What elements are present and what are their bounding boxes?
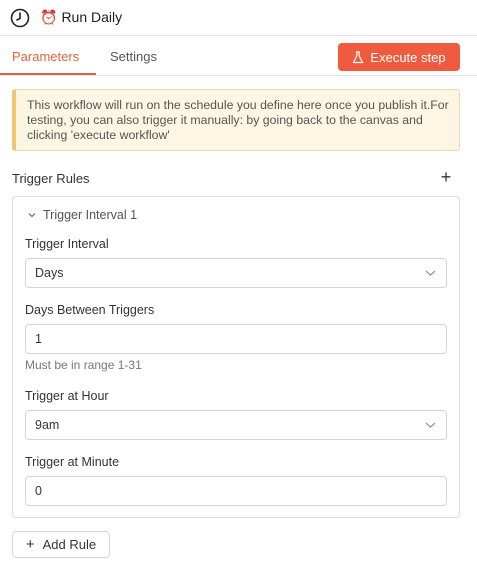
node-title-text: Run Daily	[61, 9, 123, 25]
chevron-down-icon	[28, 213, 36, 218]
days-between-hint: Must be in range 1-31	[25, 358, 142, 372]
trigger-minute-input[interactable]: 0	[25, 476, 447, 506]
trigger-minute-value: 0	[35, 484, 42, 498]
plus-icon: +	[25, 535, 35, 553]
trigger-interval-value: Days	[35, 266, 64, 280]
execute-step-button[interactable]: Execute step	[338, 43, 460, 71]
trigger-interval-card: Trigger Interval 1 Trigger Interval Days…	[12, 196, 460, 518]
active-tab-indicator	[0, 73, 96, 75]
trigger-interval-toggle[interactable]: Trigger Interval 1	[27, 208, 137, 222]
trigger-interval-select[interactable]: Days	[25, 258, 447, 288]
schedule-notice: This workflow will run on the schedule y…	[12, 89, 460, 151]
trigger-interval-label: Trigger Interval	[25, 237, 109, 251]
tab-settings[interactable]: Settings	[110, 49, 157, 64]
trigger-interval-title: Trigger Interval 1	[43, 208, 138, 222]
add-rule-button[interactable]: + Add Rule	[12, 531, 110, 558]
flask-icon	[353, 50, 364, 63]
node-title[interactable]: ⏰ Run Daily	[40, 9, 122, 25]
execute-step-label: Execute step	[370, 49, 446, 65]
days-between-label: Days Between Triggers	[25, 303, 155, 317]
trigger-hour-select[interactable]: 9am	[25, 410, 447, 440]
days-between-value: 1	[35, 332, 42, 346]
trigger-hour-value: 9am	[35, 418, 60, 432]
days-between-input[interactable]: 1	[25, 324, 447, 354]
node-header: ⏰ Run Daily	[0, 0, 477, 36]
add-rule-label: Add Rule	[42, 537, 97, 552]
clock-icon	[10, 8, 30, 28]
chevron-down-icon	[425, 422, 436, 428]
tab-parameters[interactable]: Parameters	[12, 49, 79, 64]
add-rule-plus-icon[interactable]: +	[438, 168, 454, 186]
alarm-clock-icon: ⏰	[40, 9, 58, 25]
trigger-rules-title: Trigger Rules	[12, 171, 90, 186]
trigger-hour-label: Trigger at Hour	[25, 389, 109, 403]
chevron-down-icon	[425, 270, 436, 276]
trigger-minute-label: Trigger at Minute	[25, 455, 120, 469]
